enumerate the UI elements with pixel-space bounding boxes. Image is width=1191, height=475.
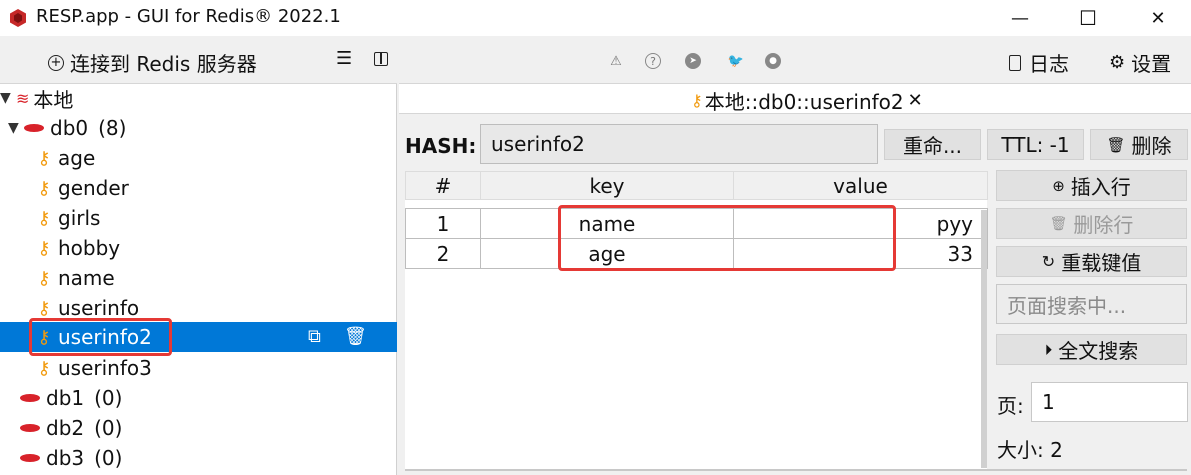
app-logo-icon — [10, 9, 26, 27]
trash-icon: 🗑 — [1106, 135, 1126, 154]
tree-key-userinfo2[interactable]: ⚷ userinfo2 ⧉ 🗑 — [0, 322, 397, 352]
tree-key-gender[interactable]: ⚷ gender — [0, 173, 397, 203]
telegram-icon[interactable]: ➤ — [685, 53, 701, 69]
insert-row-button[interactable]: ⊕ 插入行 — [996, 170, 1187, 201]
key-icon: ⚷ — [37, 177, 51, 199]
key-icon: ⚷ — [37, 326, 51, 348]
key-icon: ⚷ — [37, 147, 51, 169]
tree-key-girls[interactable]: ⚷ girls — [0, 203, 397, 233]
tree-key-age[interactable]: ⚷ age — [0, 143, 397, 173]
size-label: 大小: 2 — [997, 438, 1063, 462]
close-window-button[interactable]: ✕ — [1128, 0, 1188, 36]
column-header-key[interactable]: key — [480, 171, 734, 200]
play-circle-icon: ⏵ — [1044, 340, 1053, 359]
tab-close-icon[interactable]: ✕ — [908, 90, 923, 111]
tree-key-userinfo3[interactable]: ⚷ userinfo3 — [0, 353, 397, 383]
table-row[interactable]: 1 name pyy — [405, 208, 988, 239]
panel-icon[interactable] — [374, 52, 388, 66]
plus-circle-icon: ⊕ — [1052, 176, 1065, 195]
expand-triangle-icon[interactable]: ▼ — [8, 120, 24, 136]
key-icon: ⚷ — [691, 91, 703, 110]
key-type-label: HASH: — [405, 134, 477, 158]
tree-key-userinfo[interactable]: ⚷ userinfo — [0, 293, 397, 323]
bottom-divider — [405, 469, 1187, 471]
help-icon[interactable]: ? — [645, 53, 661, 69]
title-bar: RESP.app - GUI for Redis® 2022.1 — ☐ ✕ — [0, 0, 1191, 36]
maximize-button[interactable]: ☐ — [1058, 0, 1118, 36]
delete-row-button[interactable]: 🗑 删除行 — [996, 208, 1187, 239]
tree-server-local[interactable]: ▼ ≋ 本地 — [0, 83, 397, 113]
page-number-field[interactable]: 1 — [1031, 382, 1188, 422]
twitter-icon[interactable]: 🐦 — [725, 50, 747, 72]
tree-db0[interactable]: ▼ db0 (8) — [0, 113, 397, 143]
table-scrollbar[interactable] — [981, 210, 987, 468]
connect-server-button[interactable]: + 连接到 Redis 服务器 — [48, 48, 257, 77]
column-header-index[interactable]: # — [405, 171, 481, 200]
column-header-value[interactable]: value — [733, 171, 988, 200]
reload-icon: ↻ — [1041, 252, 1056, 271]
clipboard-icon — [1009, 54, 1021, 71]
toolbar: ⚠ ? ➤ 🐦 ● 日志 ⚙ 设置 — [399, 38, 1191, 84]
key-detail-panel: ⚠ ? ➤ 🐦 ● 日志 ⚙ 设置 ⚷ 本地::db0::userinfo2 ✕… — [399, 38, 1191, 475]
page-label: 页: — [997, 394, 1024, 418]
fulltext-search-button[interactable]: ⏵ 全文搜索 — [996, 334, 1187, 365]
minimize-button[interactable]: — — [990, 0, 1050, 36]
tree-key-hobby[interactable]: ⚷ hobby — [0, 233, 397, 263]
copy-key-icon[interactable]: ⧉ — [308, 326, 321, 347]
tree-db1[interactable]: db1 (0) — [0, 383, 397, 413]
trash-icon[interactable]: 🗑 — [344, 326, 367, 347]
redis-stack-icon: ≋ — [16, 88, 30, 108]
window-title: RESP.app - GUI for Redis® 2022.1 — [36, 6, 341, 27]
key-icon: ⚷ — [37, 267, 51, 289]
rename-button[interactable]: 重命... — [884, 129, 981, 160]
table-header-row: # key value — [405, 171, 988, 200]
trash-icon: 🗑 — [1049, 215, 1068, 232]
plus-circle-icon: + — [48, 54, 64, 71]
key-icon: ⚷ — [37, 237, 51, 259]
warning-icon[interactable]: ⚠ — [605, 50, 627, 72]
tree-key-name[interactable]: ⚷ name — [0, 263, 397, 293]
tree-db2[interactable]: db2 (0) — [0, 413, 397, 443]
key-icon: ⚷ — [37, 357, 51, 379]
table-row[interactable]: 2 age 33 — [405, 238, 988, 269]
settings-button[interactable]: ⚙ 设置 — [1109, 48, 1171, 77]
tree-db3[interactable]: db3 (0) — [0, 443, 397, 473]
github-icon[interactable]: ● — [765, 53, 781, 69]
database-icon — [20, 394, 40, 402]
key-name-field[interactable]: userinfo2 — [480, 124, 878, 164]
database-icon — [20, 424, 40, 432]
hash-table: # key value — [405, 171, 988, 200]
tab-key-userinfo2[interactable]: ⚷ 本地::db0::userinfo2 ✕ — [691, 86, 923, 115]
key-icon: ⚷ — [37, 207, 51, 229]
gear-icon: ⚙ — [1109, 52, 1126, 73]
connection-tree-panel: + 连接到 Redis 服务器 ☰ ▼ ≋ 本地 ▼ db0 (8) ⚷ age … — [0, 38, 397, 475]
database-icon — [24, 124, 44, 132]
ttl-button[interactable]: TTL: -1 — [987, 129, 1084, 160]
database-icon — [20, 454, 40, 462]
key-tab-bar: ⚷ 本地::db0::userinfo2 ✕ — [399, 84, 1191, 114]
key-icon: ⚷ — [37, 297, 51, 319]
list-icon[interactable]: ☰ — [336, 48, 352, 69]
page-search-input[interactable]: 页面搜索中... — [996, 284, 1187, 324]
hash-rows: 1 name pyy 2 age 33 — [405, 208, 988, 269]
delete-key-button[interactable]: 🗑 删除 — [1090, 129, 1188, 160]
expand-triangle-icon[interactable]: ▼ — [0, 90, 16, 106]
reload-button[interactable]: ↻ 重载键值 — [996, 246, 1187, 277]
connect-bar: + 连接到 Redis 服务器 ☰ — [0, 38, 397, 84]
log-button[interactable]: 日志 — [1009, 48, 1069, 77]
